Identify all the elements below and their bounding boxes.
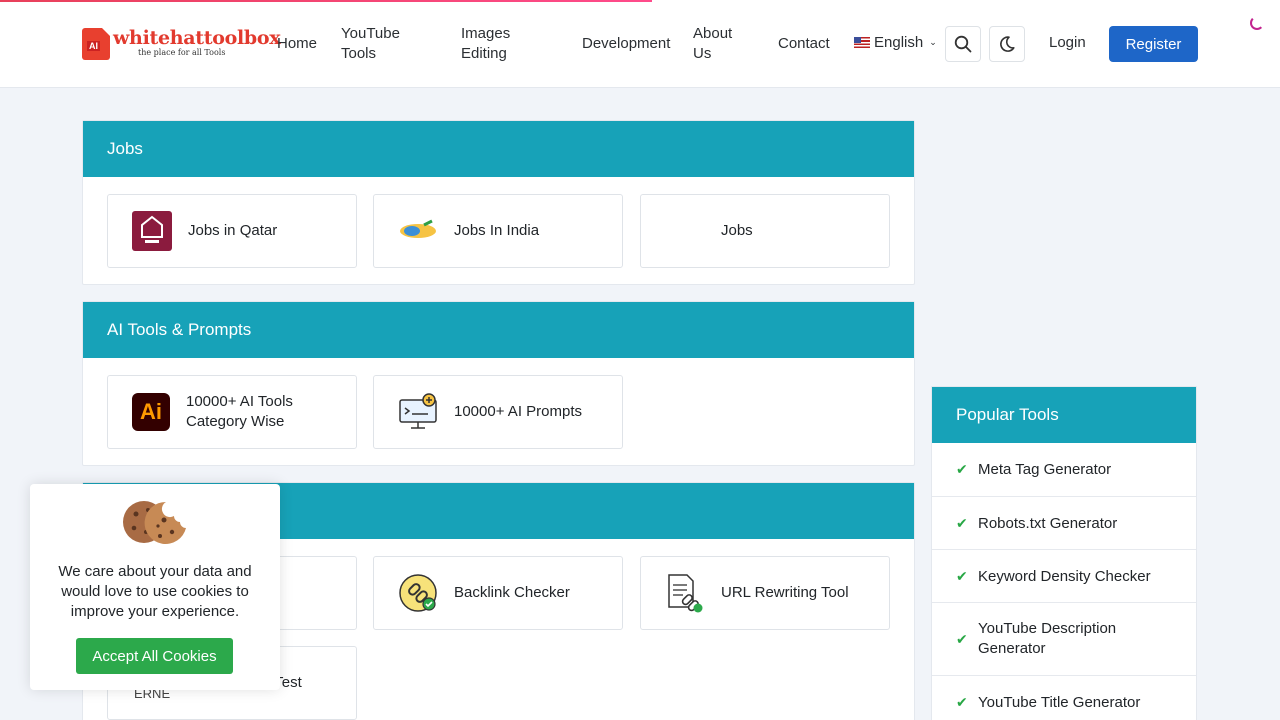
tool-label: Backlink Checker [454, 584, 570, 601]
tool-label: URL Rewriting Tool [721, 584, 849, 601]
register-button[interactable]: Register [1109, 26, 1198, 62]
tool-label: 10000+ AI Prompts [454, 403, 582, 420]
brand-tagline: the place for all Tools [138, 48, 226, 57]
popular-item-robots[interactable]: ✔ Robots.txt Generator [932, 497, 1196, 550]
prompt-screen-icon [398, 392, 438, 432]
theme-toggle-button[interactable] [989, 26, 1025, 62]
accept-cookies-button[interactable]: Accept All Cookies [76, 638, 233, 674]
popular-tools-panel: Popular Tools ✔ Meta Tag Generator ✔ Rob… [931, 386, 1197, 720]
language-selector[interactable]: English ⌄ [854, 34, 937, 51]
link-icon [398, 573, 438, 613]
popular-item-keyword-density[interactable]: ✔ Keyword Density Checker [932, 550, 1196, 603]
cookie-consent-banner: We care about your data and would love t… [30, 484, 280, 690]
moon-icon [1000, 36, 1015, 52]
search-button[interactable] [945, 26, 981, 62]
nav-contact[interactable]: Contact [778, 34, 830, 54]
tool-label: Jobs In India [454, 222, 540, 239]
blank-icon [665, 211, 705, 251]
section-jobs: Jobs Jobs in Qatar Jobs In India Jobs [82, 120, 915, 285]
page-load-progress [0, 0, 652, 2]
popular-item-youtube-description[interactable]: ✔ YouTube Description Generator [932, 603, 1196, 676]
tool-ai-prompts[interactable]: 10000+ AI Prompts [373, 375, 623, 449]
loading-spinner-icon [1250, 16, 1264, 30]
login-link[interactable]: Login [1049, 34, 1086, 51]
check-icon: ✔ [956, 514, 968, 531]
check-icon: ✔ [956, 567, 968, 584]
tool-jobs-in-india[interactable]: Jobs In India [373, 194, 623, 268]
tool-label: 10000+ AI Tools Category Wise [186, 393, 293, 430]
nav-images-editing[interactable]: Images Editing [461, 24, 531, 64]
document-link-icon [665, 573, 705, 613]
qatar-logo-icon [132, 211, 172, 251]
logo-badge-icon: AI [82, 28, 110, 60]
tool-label: Jobs [721, 222, 753, 239]
chevron-down-icon: ⌄ [929, 37, 937, 47]
section-ai-tools: AI Tools & Prompts Ai 10000+ AI Tools Ca… [82, 301, 915, 466]
section-title: Jobs [83, 121, 914, 177]
tool-ai-tools-category[interactable]: Ai 10000+ AI Tools Category Wise [107, 375, 357, 449]
cookie-icon [123, 501, 186, 544]
check-icon: ✔ [956, 461, 968, 477]
tool-backlink-checker[interactable]: Backlink Checker [373, 556, 623, 630]
check-icon: ✔ [956, 630, 968, 647]
nav-home[interactable]: Home [277, 34, 317, 54]
us-flag-icon [854, 37, 870, 48]
tool-url-rewriting[interactable]: URL Rewriting Tool [640, 556, 890, 630]
language-label: English [874, 34, 924, 51]
ai-logo-icon: Ai [132, 393, 170, 431]
nav-development[interactable]: Development [582, 34, 670, 54]
search-icon [954, 35, 972, 53]
tool-label: Jobs in Qatar [188, 222, 278, 239]
nav-about-us[interactable]: About Us [693, 24, 743, 64]
site-logo[interactable]: AI whitehattoolbox the place for all Too… [82, 26, 281, 62]
site-header: AI whitehattoolbox the place for all Too… [0, 0, 1280, 88]
popular-item-youtube-title[interactable]: ✔ YouTube Title Generator [932, 676, 1196, 720]
check-icon: ✔ [956, 693, 968, 710]
panel-title: Popular Tools [932, 387, 1196, 443]
india-logo-icon [398, 211, 438, 251]
nav-youtube-tools[interactable]: YouTube Tools [341, 24, 411, 64]
cookie-message: We care about your data and would love t… [58, 563, 252, 620]
tool-jobs-in-qatar[interactable]: Jobs in Qatar [107, 194, 357, 268]
section-title: AI Tools & Prompts [83, 302, 914, 358]
brand-name: whitehattoolbox [113, 27, 281, 49]
tool-jobs[interactable]: Jobs [640, 194, 890, 268]
popular-item-meta-tag[interactable]: ✔ Meta Tag Generator [932, 443, 1196, 497]
